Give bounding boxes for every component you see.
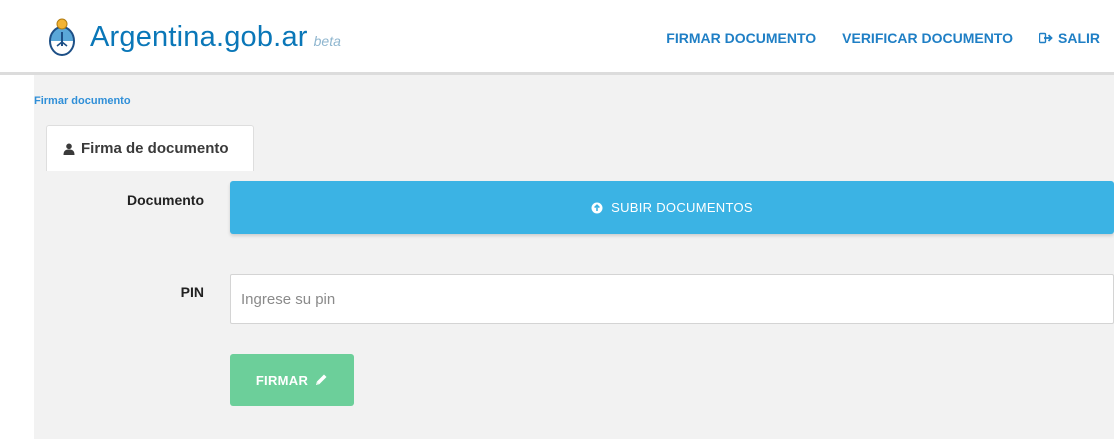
brand[interactable]: Argentina.gob.ar beta — [48, 14, 341, 60]
tab-label: Firma de documento — [81, 140, 229, 157]
upload-button-label: SUBIR DOCUMENTOS — [611, 200, 753, 215]
nav-salir-label: SALIR — [1058, 30, 1100, 46]
nav-firmar-documento[interactable]: FIRMAR DOCUMENTO — [666, 30, 816, 46]
main-content: Firmar documento Firma de documento Docu… — [34, 75, 1114, 439]
tab-firma-de-documento[interactable]: Firma de documento — [46, 125, 254, 171]
pin-input[interactable] — [230, 274, 1114, 324]
upload-circle-icon — [591, 202, 603, 213]
nav-verificar-documento[interactable]: VERIFICAR DOCUMENTO — [842, 30, 1013, 46]
nav-salir[interactable]: SALIR — [1039, 30, 1100, 46]
document-label: Documento — [127, 192, 204, 208]
header: Argentina.gob.ar beta FIRMAR DOCUMENTO V… — [0, 0, 1114, 75]
argentina-coat-of-arms-icon — [49, 18, 75, 56]
user-icon — [63, 143, 75, 155]
brand-beta-tag: beta — [313, 33, 341, 49]
brand-name: Argentina.gob.ar — [90, 20, 308, 53]
page: Argentina.gob.ar beta FIRMAR DOCUMENTO V… — [0, 0, 1114, 439]
upload-documents-button[interactable]: SUBIR DOCUMENTOS — [230, 181, 1114, 234]
breadcrumb[interactable]: Firmar documento — [34, 95, 131, 107]
pin-label: PIN — [180, 284, 204, 300]
top-nav: FIRMAR DOCUMENTO VERIFICAR DOCUMENTO SAL… — [640, 30, 1100, 46]
sign-out-icon — [1039, 32, 1053, 44]
pencil-icon — [316, 374, 327, 385]
nav-firmar-documento-label: FIRMAR DOCUMENTO — [666, 30, 817, 46]
sign-button-label: FIRMAR — [255, 372, 309, 388]
nav-verificar-documento-label: VERIFICAR DOCUMENTO — [842, 30, 1013, 46]
sign-button[interactable]: FIRMAR — [230, 354, 354, 406]
